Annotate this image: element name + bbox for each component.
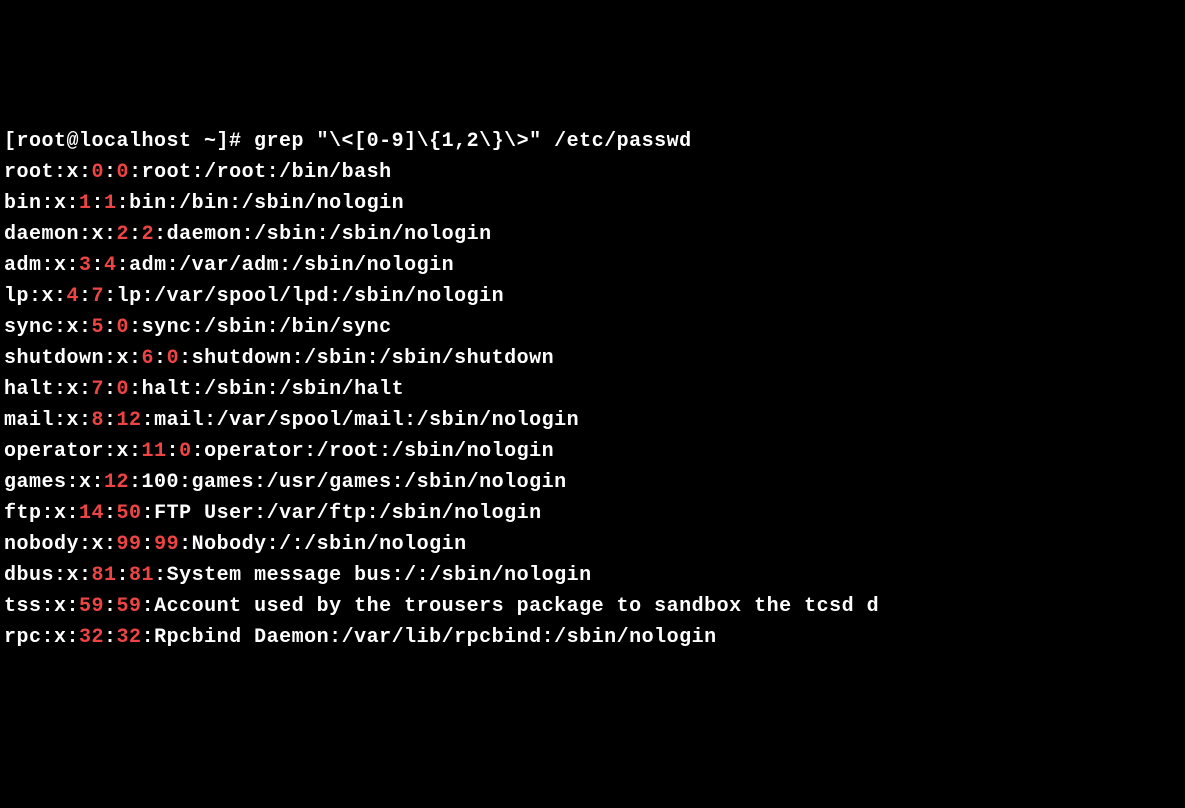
output-text: :FTP User:/var/ftp:/sbin/nologin [142, 502, 542, 525]
grep-match: 12 [117, 409, 142, 432]
output-text: bin:x: [4, 192, 79, 215]
grep-match: 50 [117, 502, 142, 525]
output-text: root:x: [4, 161, 92, 184]
output-text: :mail:/var/spool/mail:/sbin/nologin [142, 409, 580, 432]
grep-match: 32 [79, 626, 104, 649]
output-line: tss:x:59:59:Account used by the trousers… [4, 591, 1181, 622]
output-text: : [154, 347, 167, 370]
grep-match: 3 [79, 254, 92, 277]
command-text: grep "\<[0-9]\{1,2\}\>" /etc/passwd [254, 130, 692, 153]
output-text: : [104, 316, 117, 339]
output-text: ftp:x: [4, 502, 79, 525]
output-line: daemon:x:2:2:daemon:/sbin:/sbin/nologin [4, 219, 1181, 250]
output-line: games:x:12:100:games:/usr/games:/sbin/no… [4, 467, 1181, 498]
output-line: lp:x:4:7:lp:/var/spool/lpd:/sbin/nologin [4, 281, 1181, 312]
output-text: : [129, 223, 142, 246]
grep-match: 11 [142, 440, 167, 463]
grep-match: 32 [117, 626, 142, 649]
output-text: dbus:x: [4, 564, 92, 587]
terminal-output[interactable]: [root@localhost ~]# grep "\<[0-9]\{1,2\}… [4, 126, 1181, 653]
output-text: : [92, 192, 105, 215]
output-text: sync:x: [4, 316, 92, 339]
output-line: root:x:0:0:root:/root:/bin/bash [4, 157, 1181, 188]
grep-match: 7 [92, 378, 105, 401]
output-text: daemon:x: [4, 223, 117, 246]
grep-match: 81 [92, 564, 117, 587]
output-text: :operator:/root:/sbin/nologin [192, 440, 555, 463]
command-line: [root@localhost ~]# grep "\<[0-9]\{1,2\}… [4, 126, 1181, 157]
grep-match: 0 [167, 347, 180, 370]
output-line: adm:x:3:4:adm:/var/adm:/sbin/nologin [4, 250, 1181, 281]
output-line: halt:x:7:0:halt:/sbin:/sbin/halt [4, 374, 1181, 405]
output-text: : [117, 564, 130, 587]
output-text: : [104, 161, 117, 184]
output-text: : [104, 626, 117, 649]
output-text: rpc:x: [4, 626, 79, 649]
output-text: adm:x: [4, 254, 79, 277]
grep-match: 0 [179, 440, 192, 463]
grep-match: 0 [117, 161, 130, 184]
grep-match: 8 [92, 409, 105, 432]
grep-match: 0 [92, 161, 105, 184]
output-text: mail:x: [4, 409, 92, 432]
grep-match: 99 [154, 533, 179, 556]
grep-match: 2 [142, 223, 155, 246]
output-text: : [104, 378, 117, 401]
grep-match: 0 [117, 316, 130, 339]
output-line: nobody:x:99:99:Nobody:/:/sbin/nologin [4, 529, 1181, 560]
output-text: : [92, 254, 105, 277]
output-text: :System message bus:/:/sbin/nologin [154, 564, 592, 587]
output-text: :daemon:/sbin:/sbin/nologin [154, 223, 492, 246]
grep-match: 12 [104, 471, 129, 494]
output-text: :root:/root:/bin/bash [129, 161, 392, 184]
output-text: lp:x: [4, 285, 67, 308]
grep-match: 4 [104, 254, 117, 277]
output-text: : [167, 440, 180, 463]
output-line: sync:x:5:0:sync:/sbin:/bin/sync [4, 312, 1181, 343]
grep-match: 81 [129, 564, 154, 587]
output-text: operator:x: [4, 440, 142, 463]
output-text: : [104, 595, 117, 618]
output-text: shutdown:x: [4, 347, 142, 370]
output-line: rpc:x:32:32:Rpcbind Daemon:/var/lib/rpcb… [4, 622, 1181, 653]
output-line: dbus:x:81:81:System message bus:/:/sbin/… [4, 560, 1181, 591]
output-text: : [142, 533, 155, 556]
grep-match: 59 [117, 595, 142, 618]
output-text: :Nobody:/:/sbin/nologin [179, 533, 467, 556]
grep-match: 4 [67, 285, 80, 308]
output-text: :lp:/var/spool/lpd:/sbin/nologin [104, 285, 504, 308]
shell-prompt: [root@localhost ~]# [4, 130, 254, 153]
grep-match: 99 [117, 533, 142, 556]
output-text: games:x: [4, 471, 104, 494]
output-text: : [79, 285, 92, 308]
output-line: operator:x:11:0:operator:/root:/sbin/nol… [4, 436, 1181, 467]
output-text: halt:x: [4, 378, 92, 401]
output-text: :halt:/sbin:/sbin/halt [129, 378, 404, 401]
grep-match: 1 [104, 192, 117, 215]
output-text: :shutdown:/sbin:/sbin/shutdown [179, 347, 554, 370]
output-text: :bin:/bin:/sbin/nologin [117, 192, 405, 215]
output-line: mail:x:8:12:mail:/var/spool/mail:/sbin/n… [4, 405, 1181, 436]
grep-match: 5 [92, 316, 105, 339]
grep-match: 1 [79, 192, 92, 215]
output-line: bin:x:1:1:bin:/bin:/sbin/nologin [4, 188, 1181, 219]
output-text: :adm:/var/adm:/sbin/nologin [117, 254, 455, 277]
grep-match: 0 [117, 378, 130, 401]
output-line: shutdown:x:6:0:shutdown:/sbin:/sbin/shut… [4, 343, 1181, 374]
output-text: :Account used by the trousers package to… [142, 595, 880, 618]
grep-match: 2 [117, 223, 130, 246]
output-text: : [104, 409, 117, 432]
output-line: ftp:x:14:50:FTP User:/var/ftp:/sbin/nolo… [4, 498, 1181, 529]
grep-match: 14 [79, 502, 104, 525]
output-text: nobody:x: [4, 533, 117, 556]
output-text: :sync:/sbin:/bin/sync [129, 316, 392, 339]
output-text: :100:games:/usr/games:/sbin/nologin [129, 471, 567, 494]
grep-match: 7 [92, 285, 105, 308]
output-text: :Rpcbind Daemon:/var/lib/rpcbind:/sbin/n… [142, 626, 717, 649]
grep-match: 6 [142, 347, 155, 370]
grep-match: 59 [79, 595, 104, 618]
output-text: : [104, 502, 117, 525]
output-text: tss:x: [4, 595, 79, 618]
